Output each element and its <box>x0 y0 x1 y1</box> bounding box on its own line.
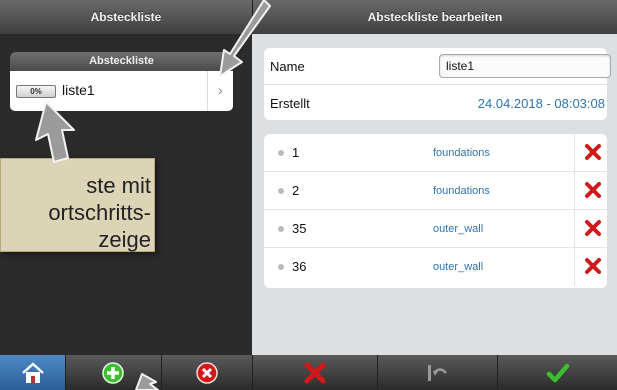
point-layer: foundations <box>433 185 490 197</box>
delete-icon[interactable] <box>584 143 602 161</box>
name-label: Name <box>270 59 305 74</box>
point-number: 1 <box>292 145 300 160</box>
created-timestamp: 24.04.2018 - 08:03:08 <box>477 96 605 111</box>
delete-icon <box>304 362 326 384</box>
point-number: 35 <box>292 221 307 236</box>
annotation-text: ste mit ortschritts- zeige <box>48 173 151 252</box>
confirm-icon <box>546 363 570 383</box>
divider <box>574 210 575 248</box>
list-item-label: liste1 <box>62 82 95 98</box>
bullet-icon <box>278 188 284 194</box>
table-row[interactable]: 36 outer_wall <box>264 248 607 286</box>
point-number: 36 <box>292 259 307 274</box>
created-row: Erstellt 24.04.2018 - 08:03:08 <box>264 84 607 120</box>
table-row[interactable]: 35 outer_wall <box>264 210 607 248</box>
undo-button[interactable] <box>378 355 498 390</box>
table-row[interactable]: 1 foundations <box>264 134 607 172</box>
bullet-icon <box>278 150 284 156</box>
list-item[interactable]: 0% liste1 › <box>10 71 233 111</box>
confirm-button[interactable] <box>498 355 617 390</box>
table-row[interactable]: 2 foundations <box>264 172 607 210</box>
divider <box>574 248 575 286</box>
list-details-form: Name liste1 Erstellt 24.04.2018 - 08:03:… <box>264 48 611 120</box>
point-number: 2 <box>292 183 300 198</box>
edit-panel: Absteckliste bearbeiten Name liste1 Erst… <box>252 0 617 390</box>
bullet-icon <box>278 264 284 270</box>
point-list: 1 foundations 2 foundations 35 outer_wal… <box>264 134 607 288</box>
point-layer: outer_wall <box>433 261 484 273</box>
created-label: Erstellt <box>270 96 310 111</box>
point-layer: outer_wall <box>433 223 484 235</box>
annotation-callout: ste mit ortschritts- zeige <box>0 158 155 252</box>
list-group: Absteckliste 0% liste1 › <box>10 52 233 116</box>
name-row: Name liste1 <box>264 48 611 84</box>
add-icon <box>102 362 124 384</box>
home-icon <box>22 362 44 383</box>
edit-panel-title: Absteckliste bearbeiten <box>252 0 617 34</box>
undo-icon <box>428 365 447 381</box>
list-panel-title: Absteckliste <box>0 0 252 34</box>
edit-toolbar <box>252 355 617 390</box>
add-list-button[interactable] <box>66 355 162 390</box>
divider <box>574 172 575 210</box>
bullet-icon <box>278 226 284 232</box>
remove-icon <box>196 362 218 384</box>
point-layer: foundations <box>433 147 490 159</box>
name-input[interactable]: liste1 <box>439 54 611 78</box>
divider <box>574 134 575 172</box>
delete-icon[interactable] <box>584 219 602 237</box>
home-button[interactable] <box>0 355 66 390</box>
delete-icon[interactable] <box>584 181 602 199</box>
delete-button[interactable] <box>253 355 378 390</box>
list-toolbar <box>0 355 252 390</box>
remove-list-button[interactable] <box>162 355 252 390</box>
delete-icon[interactable] <box>584 257 602 275</box>
chevron-right-icon[interactable]: › <box>218 82 223 98</box>
divider <box>207 71 208 111</box>
list-group-header: Absteckliste <box>10 52 233 71</box>
progress-badge: 0% <box>16 85 56 98</box>
